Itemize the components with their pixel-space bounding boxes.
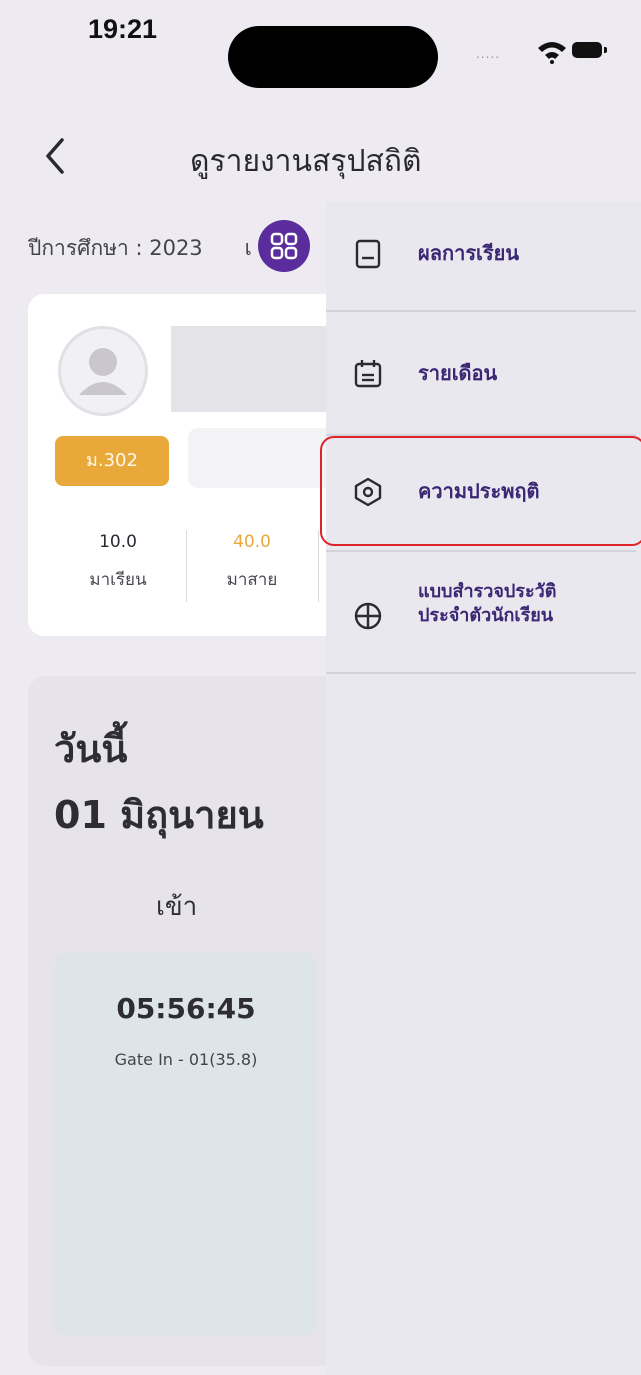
check-in-label: เข้า [156,892,198,922]
stat-late: 40.0 มาสาย [192,532,312,593]
dynamic-island [228,26,438,88]
today-date: 01 มิถุนายน [54,793,264,837]
stat-label: มาเรียน [89,570,147,590]
menu-item-label-line1: แบบสำรวจประวัติ [418,581,557,602]
stat-value: 10.0 [99,532,137,552]
today-label: วันนี้ [54,727,128,771]
grid-menu-button[interactable] [258,220,310,272]
check-in-box: 05:56:45 Gate In - 01(35.8) [54,952,318,1336]
menu-item-monthly[interactable]: รายเดือน [326,312,641,434]
page-title: ดูรายงานสรุปสถิติ [190,144,422,179]
menu-item-grades[interactable]: ผลการเรียน [326,202,641,310]
avatar [58,326,148,416]
status-time: 19:21 [88,14,158,44]
stat-present: 10.0 มาเรียน [58,532,178,593]
app-header: ดูรายงานสรุปสถิติ [0,110,641,202]
stat-label: มาสาย [226,570,278,590]
stat-value: 40.0 [233,532,271,552]
battery-icon [572,42,607,58]
globe-icon [354,602,382,630]
user-icon [79,348,127,395]
status-bar: 19:21 ..... [0,0,641,110]
menu-item-survey[interactable]: แบบสำรวจประวัติ ประจำตัวนักเรียน [326,552,641,672]
student-card: ม.302 10.0 มาเรียน 40.0 มาสาย [28,294,358,636]
hexagon-icon [354,477,382,507]
wifi-icon [538,42,566,64]
academic-year-text: ปีการศึกษา : 2023 [28,236,203,260]
check-in-gate: Gate In - 01(35.8) [114,1050,258,1069]
menu-item-label: ความประพฤติ [418,479,540,503]
today-title: วันนี้ 01 มิถุนายน [54,716,264,848]
menu-item-label-line2: ประจำตัวนักเรียน [418,605,554,626]
divider [318,530,319,602]
menu-item-label: รายเดือน [418,361,498,385]
calendar-icon [354,360,382,388]
today-card: วันนี้ 01 มิถุนายน เข้า 05:56:45 Gate In… [28,676,348,1366]
class-badge: ม.302 [55,436,169,486]
back-button[interactable] [40,134,70,178]
menu-divider [326,672,636,674]
menu-item-behavior[interactable]: ความประพฤติ [326,436,641,550]
check-in-time: 05:56:45 [116,992,256,1025]
signal-icon: ..... [476,47,501,61]
side-menu: ผลการเรียน รายเดือน ความประพฤติ แบบสำรวจ… [326,202,641,1375]
academic-year: ปีการศึกษา : 2023 เ [28,232,252,265]
menu-item-label: แบบสำรวจประวัติ ประจำตัวนักเรียน [418,580,556,628]
book-icon [355,239,381,269]
divider [186,530,187,602]
grid-icon [270,232,298,260]
menu-item-label: ผลการเรียน [418,241,520,265]
academic-year-suffix: เ [244,236,252,260]
